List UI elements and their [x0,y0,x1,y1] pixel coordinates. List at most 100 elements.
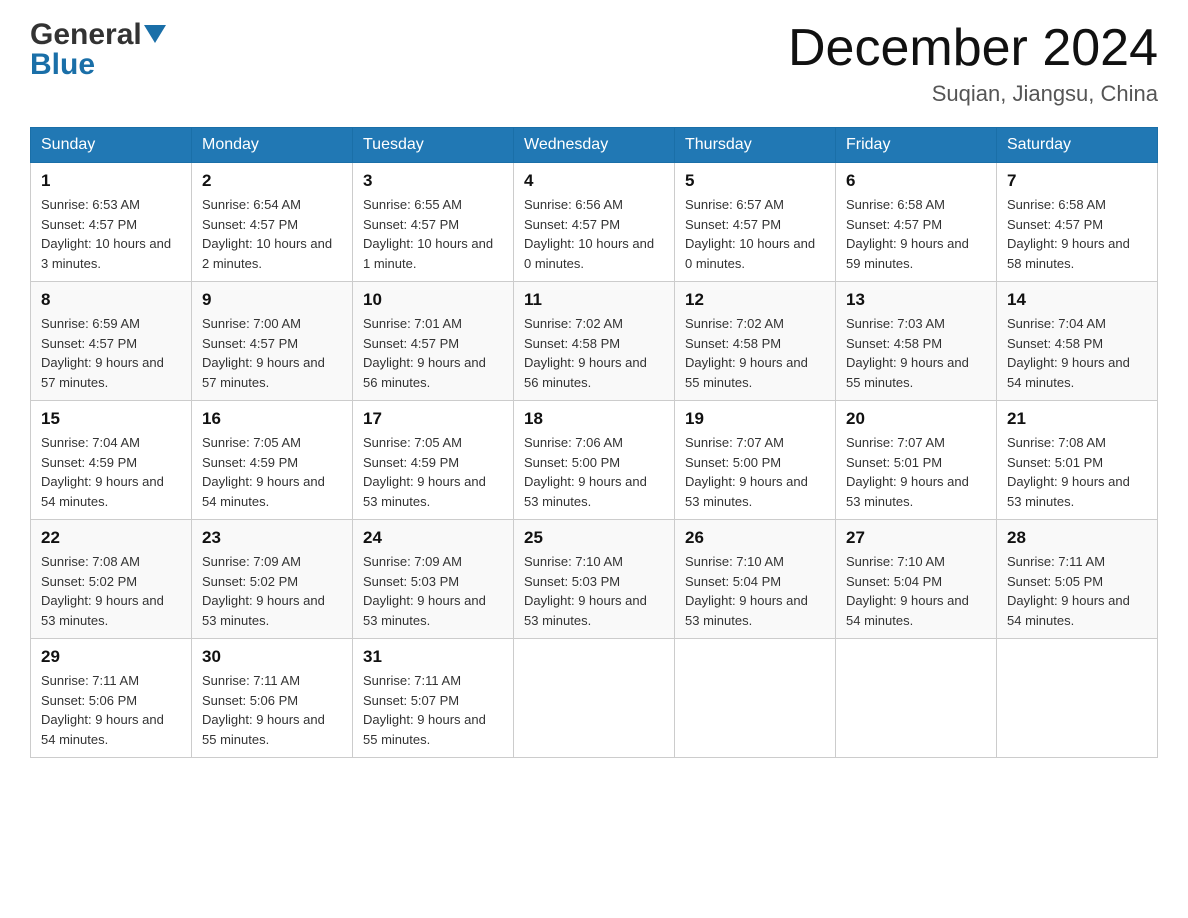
day-info: Sunrise: 6:58 AMSunset: 4:57 PMDaylight:… [1007,197,1130,271]
day-info: Sunrise: 6:54 AMSunset: 4:57 PMDaylight:… [202,197,332,271]
day-info: Sunrise: 7:09 AMSunset: 5:03 PMDaylight:… [363,554,486,628]
day-info: Sunrise: 7:08 AMSunset: 5:01 PMDaylight:… [1007,435,1130,509]
table-row: 4 Sunrise: 6:56 AMSunset: 4:57 PMDayligh… [514,163,675,282]
day-info: Sunrise: 7:11 AMSunset: 5:05 PMDaylight:… [1007,554,1130,628]
day-info: Sunrise: 7:08 AMSunset: 5:02 PMDaylight:… [41,554,164,628]
table-row: 16 Sunrise: 7:05 AMSunset: 4:59 PMDaylig… [192,401,353,520]
day-number: 11 [524,290,664,310]
table-row: 21 Sunrise: 7:08 AMSunset: 5:01 PMDaylig… [997,401,1158,520]
day-number: 23 [202,528,342,548]
col-monday: Monday [192,128,353,163]
day-number: 12 [685,290,825,310]
day-info: Sunrise: 7:11 AMSunset: 5:07 PMDaylight:… [363,673,486,747]
day-info: Sunrise: 7:04 AMSunset: 4:58 PMDaylight:… [1007,316,1130,390]
day-number: 8 [41,290,181,310]
day-info: Sunrise: 7:02 AMSunset: 4:58 PMDaylight:… [524,316,647,390]
table-row: 13 Sunrise: 7:03 AMSunset: 4:58 PMDaylig… [836,282,997,401]
day-number: 24 [363,528,503,548]
calendar-table: Sunday Monday Tuesday Wednesday Thursday… [30,127,1158,758]
header-row: Sunday Monday Tuesday Wednesday Thursday… [31,128,1158,163]
day-number: 16 [202,409,342,429]
table-row: 14 Sunrise: 7:04 AMSunset: 4:58 PMDaylig… [997,282,1158,401]
table-row: 3 Sunrise: 6:55 AMSunset: 4:57 PMDayligh… [353,163,514,282]
day-info: Sunrise: 7:07 AMSunset: 5:00 PMDaylight:… [685,435,808,509]
day-number: 13 [846,290,986,310]
day-number: 2 [202,171,342,191]
table-row [836,639,997,758]
day-number: 6 [846,171,986,191]
table-row: 2 Sunrise: 6:54 AMSunset: 4:57 PMDayligh… [192,163,353,282]
day-info: Sunrise: 7:10 AMSunset: 5:03 PMDaylight:… [524,554,647,628]
table-row: 10 Sunrise: 7:01 AMSunset: 4:57 PMDaylig… [353,282,514,401]
day-info: Sunrise: 6:57 AMSunset: 4:57 PMDaylight:… [685,197,815,271]
day-info: Sunrise: 7:00 AMSunset: 4:57 PMDaylight:… [202,316,325,390]
table-row: 1 Sunrise: 6:53 AMSunset: 4:57 PMDayligh… [31,163,192,282]
day-number: 18 [524,409,664,429]
day-info: Sunrise: 7:05 AMSunset: 4:59 PMDaylight:… [202,435,325,509]
day-number: 7 [1007,171,1147,191]
page: General Blue December 2024 Suqian, Jiang… [0,0,1188,918]
day-number: 29 [41,647,181,667]
table-row [514,639,675,758]
col-thursday: Thursday [675,128,836,163]
day-number: 25 [524,528,664,548]
day-number: 9 [202,290,342,310]
day-info: Sunrise: 6:58 AMSunset: 4:57 PMDaylight:… [846,197,969,271]
table-row: 25 Sunrise: 7:10 AMSunset: 5:03 PMDaylig… [514,520,675,639]
day-info: Sunrise: 7:03 AMSunset: 4:58 PMDaylight:… [846,316,969,390]
day-number: 19 [685,409,825,429]
day-number: 3 [363,171,503,191]
day-info: Sunrise: 7:06 AMSunset: 5:00 PMDaylight:… [524,435,647,509]
calendar-week-4: 22 Sunrise: 7:08 AMSunset: 5:02 PMDaylig… [31,520,1158,639]
calendar-week-5: 29 Sunrise: 7:11 AMSunset: 5:06 PMDaylig… [31,639,1158,758]
day-number: 22 [41,528,181,548]
day-info: Sunrise: 6:53 AMSunset: 4:57 PMDaylight:… [41,197,171,271]
day-info: Sunrise: 7:07 AMSunset: 5:01 PMDaylight:… [846,435,969,509]
col-sunday: Sunday [31,128,192,163]
table-row: 5 Sunrise: 6:57 AMSunset: 4:57 PMDayligh… [675,163,836,282]
day-info: Sunrise: 7:05 AMSunset: 4:59 PMDaylight:… [363,435,486,509]
logo-general-text: General [30,20,142,50]
table-row: 30 Sunrise: 7:11 AMSunset: 5:06 PMDaylig… [192,639,353,758]
col-saturday: Saturday [997,128,1158,163]
month-title: December 2024 [788,20,1158,77]
day-info: Sunrise: 7:11 AMSunset: 5:06 PMDaylight:… [41,673,164,747]
calendar-week-3: 15 Sunrise: 7:04 AMSunset: 4:59 PMDaylig… [31,401,1158,520]
table-row: 8 Sunrise: 6:59 AMSunset: 4:57 PMDayligh… [31,282,192,401]
table-row: 27 Sunrise: 7:10 AMSunset: 5:04 PMDaylig… [836,520,997,639]
day-info: Sunrise: 7:04 AMSunset: 4:59 PMDaylight:… [41,435,164,509]
logo-triangle-icon [144,25,166,43]
calendar-week-2: 8 Sunrise: 6:59 AMSunset: 4:57 PMDayligh… [31,282,1158,401]
logo: General Blue [30,20,166,80]
calendar-week-1: 1 Sunrise: 6:53 AMSunset: 4:57 PMDayligh… [31,163,1158,282]
title-section: December 2024 Suqian, Jiangsu, China [788,20,1158,107]
table-row: 12 Sunrise: 7:02 AMSunset: 4:58 PMDaylig… [675,282,836,401]
table-row: 17 Sunrise: 7:05 AMSunset: 4:59 PMDaylig… [353,401,514,520]
location-text: Suqian, Jiangsu, China [788,81,1158,107]
day-number: 26 [685,528,825,548]
table-row: 31 Sunrise: 7:11 AMSunset: 5:07 PMDaylig… [353,639,514,758]
table-row: 11 Sunrise: 7:02 AMSunset: 4:58 PMDaylig… [514,282,675,401]
table-row: 22 Sunrise: 7:08 AMSunset: 5:02 PMDaylig… [31,520,192,639]
day-info: Sunrise: 7:10 AMSunset: 5:04 PMDaylight:… [685,554,808,628]
col-friday: Friday [836,128,997,163]
day-number: 30 [202,647,342,667]
logo-blue-text: Blue [30,48,95,81]
day-number: 20 [846,409,986,429]
day-number: 14 [1007,290,1147,310]
day-info: Sunrise: 6:59 AMSunset: 4:57 PMDaylight:… [41,316,164,390]
table-row: 19 Sunrise: 7:07 AMSunset: 5:00 PMDaylig… [675,401,836,520]
day-number: 10 [363,290,503,310]
table-row: 29 Sunrise: 7:11 AMSunset: 5:06 PMDaylig… [31,639,192,758]
day-number: 5 [685,171,825,191]
day-number: 1 [41,171,181,191]
table-row: 23 Sunrise: 7:09 AMSunset: 5:02 PMDaylig… [192,520,353,639]
table-row: 24 Sunrise: 7:09 AMSunset: 5:03 PMDaylig… [353,520,514,639]
day-info: Sunrise: 7:11 AMSunset: 5:06 PMDaylight:… [202,673,325,747]
day-info: Sunrise: 7:10 AMSunset: 5:04 PMDaylight:… [846,554,969,628]
table-row: 18 Sunrise: 7:06 AMSunset: 5:00 PMDaylig… [514,401,675,520]
day-info: Sunrise: 6:55 AMSunset: 4:57 PMDaylight:… [363,197,493,271]
table-row: 28 Sunrise: 7:11 AMSunset: 5:05 PMDaylig… [997,520,1158,639]
day-info: Sunrise: 7:02 AMSunset: 4:58 PMDaylight:… [685,316,808,390]
day-number: 28 [1007,528,1147,548]
